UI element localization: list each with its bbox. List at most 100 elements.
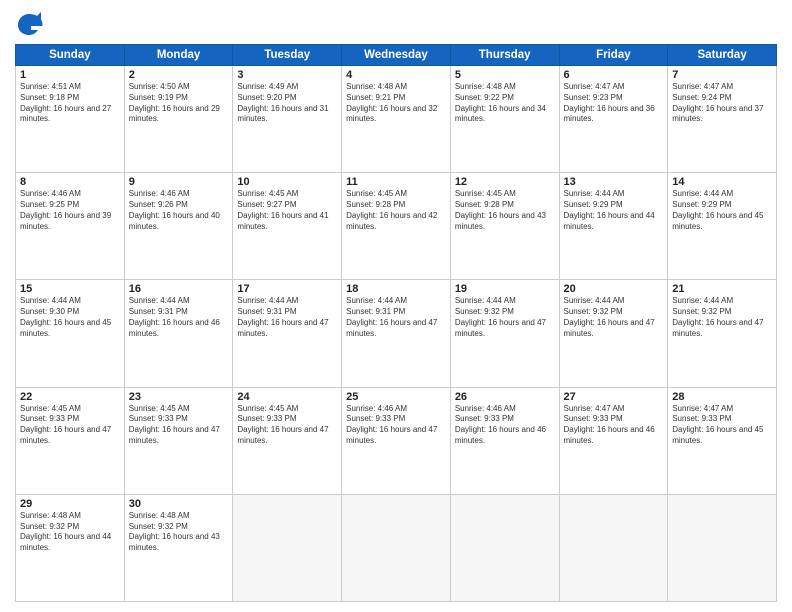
calendar-table: Sunday Monday Tuesday Wednesday Thursday…	[15, 44, 777, 602]
table-row: 8Sunrise: 4:46 AM Sunset: 9:25 PM Daylig…	[16, 173, 125, 280]
logo-icon	[15, 10, 43, 38]
col-wednesday: Wednesday	[342, 45, 451, 66]
table-row: 26Sunrise: 4:46 AM Sunset: 9:33 PM Dayli…	[450, 387, 559, 494]
table-row	[342, 494, 451, 601]
table-row: 17Sunrise: 4:44 AM Sunset: 9:31 PM Dayli…	[233, 280, 342, 387]
day-number: 11	[346, 176, 446, 188]
col-friday: Friday	[559, 45, 668, 66]
day-number: 1	[20, 69, 120, 81]
day-number: 16	[129, 283, 229, 295]
day-number: 10	[237, 176, 337, 188]
day-number: 4	[346, 69, 446, 81]
table-row: 29Sunrise: 4:48 AM Sunset: 9:32 PM Dayli…	[16, 494, 125, 601]
table-row: 20Sunrise: 4:44 AM Sunset: 9:32 PM Dayli…	[559, 280, 668, 387]
cell-daylight-info: Sunrise: 4:47 AM Sunset: 9:24 PM Dayligh…	[672, 82, 772, 125]
cell-daylight-info: Sunrise: 4:44 AM Sunset: 9:29 PM Dayligh…	[564, 189, 664, 232]
table-row: 21Sunrise: 4:44 AM Sunset: 9:32 PM Dayli…	[668, 280, 777, 387]
cell-daylight-info: Sunrise: 4:46 AM Sunset: 9:25 PM Dayligh…	[20, 189, 120, 232]
table-row: 19Sunrise: 4:44 AM Sunset: 9:32 PM Dayli…	[450, 280, 559, 387]
cell-daylight-info: Sunrise: 4:45 AM Sunset: 9:27 PM Dayligh…	[237, 189, 337, 232]
calendar-week-row: 29Sunrise: 4:48 AM Sunset: 9:32 PM Dayli…	[16, 494, 777, 601]
calendar-week-row: 15Sunrise: 4:44 AM Sunset: 9:30 PM Dayli…	[16, 280, 777, 387]
table-row: 28Sunrise: 4:47 AM Sunset: 9:33 PM Dayli…	[668, 387, 777, 494]
table-row: 7Sunrise: 4:47 AM Sunset: 9:24 PM Daylig…	[668, 66, 777, 173]
day-number: 27	[564, 391, 664, 403]
col-saturday: Saturday	[668, 45, 777, 66]
cell-daylight-info: Sunrise: 4:44 AM Sunset: 9:31 PM Dayligh…	[237, 296, 337, 339]
table-row: 9Sunrise: 4:46 AM Sunset: 9:26 PM Daylig…	[124, 173, 233, 280]
table-row: 3Sunrise: 4:49 AM Sunset: 9:20 PM Daylig…	[233, 66, 342, 173]
day-number: 14	[672, 176, 772, 188]
page: Sunday Monday Tuesday Wednesday Thursday…	[0, 0, 792, 612]
table-row: 13Sunrise: 4:44 AM Sunset: 9:29 PM Dayli…	[559, 173, 668, 280]
day-number: 7	[672, 69, 772, 81]
table-row	[559, 494, 668, 601]
cell-daylight-info: Sunrise: 4:46 AM Sunset: 9:26 PM Dayligh…	[129, 189, 229, 232]
table-row: 2Sunrise: 4:50 AM Sunset: 9:19 PM Daylig…	[124, 66, 233, 173]
cell-daylight-info: Sunrise: 4:48 AM Sunset: 9:32 PM Dayligh…	[20, 511, 120, 554]
table-row: 6Sunrise: 4:47 AM Sunset: 9:23 PM Daylig…	[559, 66, 668, 173]
cell-daylight-info: Sunrise: 4:44 AM Sunset: 9:31 PM Dayligh…	[346, 296, 446, 339]
calendar-week-row: 8Sunrise: 4:46 AM Sunset: 9:25 PM Daylig…	[16, 173, 777, 280]
day-number: 2	[129, 69, 229, 81]
col-tuesday: Tuesday	[233, 45, 342, 66]
logo	[15, 10, 47, 38]
calendar-week-row: 22Sunrise: 4:45 AM Sunset: 9:33 PM Dayli…	[16, 387, 777, 494]
day-number: 15	[20, 283, 120, 295]
table-row: 5Sunrise: 4:48 AM Sunset: 9:22 PM Daylig…	[450, 66, 559, 173]
table-row: 22Sunrise: 4:45 AM Sunset: 9:33 PM Dayli…	[16, 387, 125, 494]
table-row: 16Sunrise: 4:44 AM Sunset: 9:31 PM Dayli…	[124, 280, 233, 387]
cell-daylight-info: Sunrise: 4:49 AM Sunset: 9:20 PM Dayligh…	[237, 82, 337, 125]
table-row: 25Sunrise: 4:46 AM Sunset: 9:33 PM Dayli…	[342, 387, 451, 494]
cell-daylight-info: Sunrise: 4:46 AM Sunset: 9:33 PM Dayligh…	[455, 404, 555, 447]
day-number: 17	[237, 283, 337, 295]
day-number: 9	[129, 176, 229, 188]
table-row: 1Sunrise: 4:51 AM Sunset: 9:18 PM Daylig…	[16, 66, 125, 173]
cell-daylight-info: Sunrise: 4:45 AM Sunset: 9:33 PM Dayligh…	[237, 404, 337, 447]
calendar-week-row: 1Sunrise: 4:51 AM Sunset: 9:18 PM Daylig…	[16, 66, 777, 173]
table-row: 23Sunrise: 4:45 AM Sunset: 9:33 PM Dayli…	[124, 387, 233, 494]
calendar-header-row: Sunday Monday Tuesday Wednesday Thursday…	[16, 45, 777, 66]
day-number: 19	[455, 283, 555, 295]
table-row: 14Sunrise: 4:44 AM Sunset: 9:29 PM Dayli…	[668, 173, 777, 280]
cell-daylight-info: Sunrise: 4:47 AM Sunset: 9:33 PM Dayligh…	[672, 404, 772, 447]
table-row: 11Sunrise: 4:45 AM Sunset: 9:28 PM Dayli…	[342, 173, 451, 280]
table-row: 30Sunrise: 4:48 AM Sunset: 9:32 PM Dayli…	[124, 494, 233, 601]
day-number: 29	[20, 498, 120, 510]
cell-daylight-info: Sunrise: 4:44 AM Sunset: 9:31 PM Dayligh…	[129, 296, 229, 339]
day-number: 23	[129, 391, 229, 403]
cell-daylight-info: Sunrise: 4:45 AM Sunset: 9:33 PM Dayligh…	[20, 404, 120, 447]
table-row	[450, 494, 559, 601]
table-row: 18Sunrise: 4:44 AM Sunset: 9:31 PM Dayli…	[342, 280, 451, 387]
cell-daylight-info: Sunrise: 4:45 AM Sunset: 9:28 PM Dayligh…	[346, 189, 446, 232]
cell-daylight-info: Sunrise: 4:51 AM Sunset: 9:18 PM Dayligh…	[20, 82, 120, 125]
day-number: 25	[346, 391, 446, 403]
day-number: 30	[129, 498, 229, 510]
cell-daylight-info: Sunrise: 4:47 AM Sunset: 9:33 PM Dayligh…	[564, 404, 664, 447]
cell-daylight-info: Sunrise: 4:47 AM Sunset: 9:23 PM Dayligh…	[564, 82, 664, 125]
cell-daylight-info: Sunrise: 4:44 AM Sunset: 9:32 PM Dayligh…	[455, 296, 555, 339]
cell-daylight-info: Sunrise: 4:45 AM Sunset: 9:33 PM Dayligh…	[129, 404, 229, 447]
table-row	[668, 494, 777, 601]
col-thursday: Thursday	[450, 45, 559, 66]
table-row: 27Sunrise: 4:47 AM Sunset: 9:33 PM Dayli…	[559, 387, 668, 494]
day-number: 13	[564, 176, 664, 188]
cell-daylight-info: Sunrise: 4:44 AM Sunset: 9:30 PM Dayligh…	[20, 296, 120, 339]
cell-daylight-info: Sunrise: 4:46 AM Sunset: 9:33 PM Dayligh…	[346, 404, 446, 447]
table-row: 24Sunrise: 4:45 AM Sunset: 9:33 PM Dayli…	[233, 387, 342, 494]
table-row: 10Sunrise: 4:45 AM Sunset: 9:27 PM Dayli…	[233, 173, 342, 280]
day-number: 12	[455, 176, 555, 188]
col-sunday: Sunday	[16, 45, 125, 66]
cell-daylight-info: Sunrise: 4:48 AM Sunset: 9:21 PM Dayligh…	[346, 82, 446, 125]
table-row: 12Sunrise: 4:45 AM Sunset: 9:28 PM Dayli…	[450, 173, 559, 280]
table-row: 15Sunrise: 4:44 AM Sunset: 9:30 PM Dayli…	[16, 280, 125, 387]
cell-daylight-info: Sunrise: 4:50 AM Sunset: 9:19 PM Dayligh…	[129, 82, 229, 125]
cell-daylight-info: Sunrise: 4:44 AM Sunset: 9:32 PM Dayligh…	[672, 296, 772, 339]
day-number: 26	[455, 391, 555, 403]
header	[15, 10, 777, 38]
day-number: 24	[237, 391, 337, 403]
day-number: 22	[20, 391, 120, 403]
day-number: 21	[672, 283, 772, 295]
cell-daylight-info: Sunrise: 4:44 AM Sunset: 9:32 PM Dayligh…	[564, 296, 664, 339]
table-row: 4Sunrise: 4:48 AM Sunset: 9:21 PM Daylig…	[342, 66, 451, 173]
